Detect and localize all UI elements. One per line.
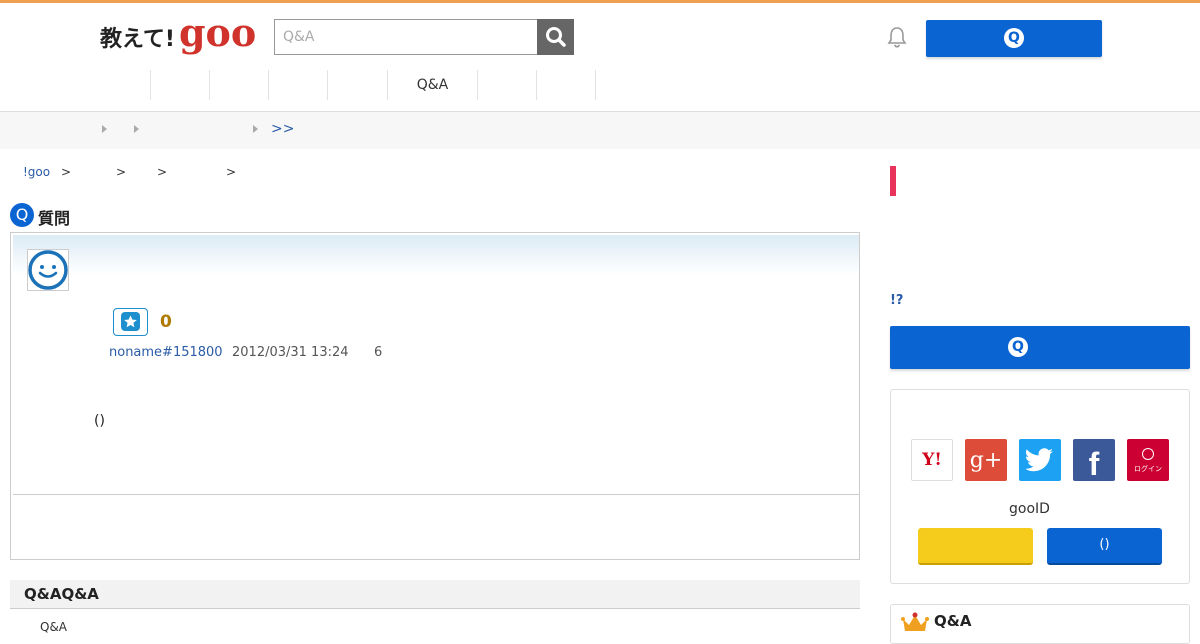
sidebar-ask-button[interactable]: Q xyxy=(890,326,1190,369)
nav-item-1[interactable] xyxy=(92,70,151,100)
chevron-right-icon xyxy=(102,125,107,133)
breadcrumb-separator: > xyxy=(157,165,168,179)
sidebar-accent-bar xyxy=(890,166,896,196)
docomo-login-button[interactable]: ログイン xyxy=(1127,439,1169,481)
chevron-right-icon xyxy=(134,125,139,133)
q-icon: Q xyxy=(1008,337,1028,357)
search-icon xyxy=(546,27,566,47)
twitter-login-button[interactable] xyxy=(1019,439,1061,481)
ranking-panel: Q&A xyxy=(890,604,1190,644)
google-plus-login-button[interactable]: g+ xyxy=(965,439,1007,481)
question-author[interactable]: noname#151800 xyxy=(109,345,223,360)
gooid-label: gooID xyxy=(1009,501,1050,517)
facebook-login-button[interactable]: f xyxy=(1073,439,1115,482)
site-logo[interactable]: 教えて! goo xyxy=(100,14,256,54)
related-qa-item[interactable]: Q&A xyxy=(40,620,67,634)
avatar[interactable] xyxy=(27,249,69,291)
twitter-icon xyxy=(1026,448,1053,472)
question-card: 0 noname#151800 2012/03/31 13:24 6 () xyxy=(10,232,860,560)
question-card-header xyxy=(13,235,859,275)
nav-item-qa[interactable]: Q&A xyxy=(388,70,478,100)
question-heading: 質問 xyxy=(38,209,71,228)
main-nav: Q&A xyxy=(92,70,596,100)
breadcrumb-home[interactable]: !goo xyxy=(23,165,50,179)
question-datetime: 2012/03/31 13:24 xyxy=(232,345,349,360)
google-plus-icon: g+ xyxy=(969,447,1003,473)
breadcrumb-separator: > xyxy=(226,165,237,179)
q-icon: Q xyxy=(1004,28,1024,48)
facebook-icon: f xyxy=(1088,445,1100,482)
nav-item-7[interactable] xyxy=(478,70,537,100)
docomo-login-label: ログイン xyxy=(1134,465,1162,473)
smiley-avatar-icon xyxy=(28,250,68,290)
bell-icon[interactable] xyxy=(886,26,908,50)
yahoo-icon: Y! xyxy=(922,450,942,470)
favorite-count: 0 xyxy=(160,312,172,332)
star-icon xyxy=(121,312,140,331)
sub-nav-bar xyxy=(0,112,1200,149)
sidebar-link[interactable]: !? xyxy=(890,293,903,308)
nav-item-4[interactable] xyxy=(269,70,328,100)
question-body: () xyxy=(94,413,105,429)
question-card-divider xyxy=(13,494,859,495)
view-count: 6 xyxy=(374,345,383,360)
question-q-icon: Q xyxy=(10,203,34,227)
nav-item-8[interactable] xyxy=(537,70,596,100)
yahoo-login-button[interactable]: Y! xyxy=(911,439,953,481)
breadcrumb-separator: > xyxy=(116,165,127,179)
favorite-button[interactable] xyxy=(113,308,148,336)
related-qa-title: Q&AQ&A xyxy=(24,585,99,603)
search-button[interactable] xyxy=(537,19,574,55)
top-accent-line xyxy=(0,0,1200,3)
chevron-right-icon xyxy=(253,125,258,133)
related-qa-header: Q&AQ&A xyxy=(10,580,860,609)
nav-item-2[interactable] xyxy=(151,70,210,100)
breadcrumb-separator: > xyxy=(61,165,72,179)
search-input[interactable] xyxy=(274,19,538,55)
docomo-icon xyxy=(1142,448,1154,460)
logo-text-jp: 教えて! xyxy=(100,27,175,52)
ask-question-button[interactable]: Q xyxy=(926,20,1102,57)
sub-nav-more-link[interactable]: >> xyxy=(271,121,294,137)
logo-text-goo: goo xyxy=(178,10,257,55)
nav-item-3[interactable] xyxy=(210,70,269,100)
login-panel: Y! g+ f ログイン gooID () xyxy=(890,389,1190,584)
gooid-login-button[interactable] xyxy=(918,528,1033,565)
ranking-title: Q&A xyxy=(934,612,972,630)
nav-item-5[interactable] xyxy=(328,70,388,100)
gooid-register-button[interactable]: () xyxy=(1047,528,1162,565)
